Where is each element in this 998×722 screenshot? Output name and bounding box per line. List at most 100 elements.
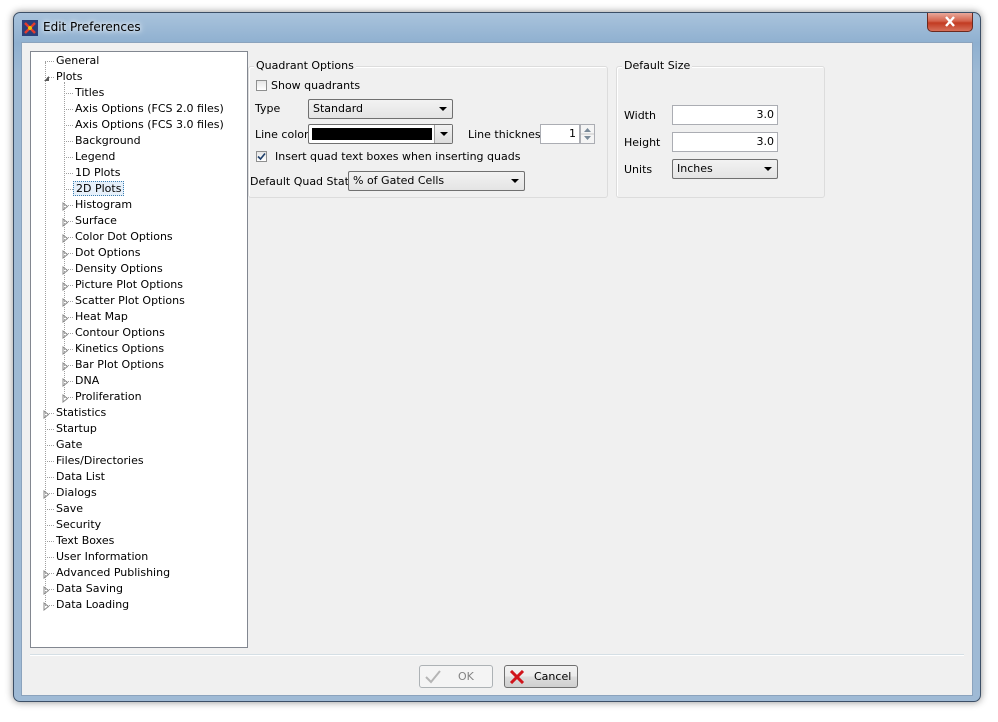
- collapsed-triangle-icon[interactable]: [61, 233, 70, 244]
- tree-item[interactable]: Data List: [54, 469, 107, 485]
- show-quadrants-checkbox[interactable]: [256, 80, 267, 91]
- quadrant-options-title: Quadrant Options: [254, 59, 356, 72]
- tree-item-label: Background: [75, 134, 141, 147]
- tree-connector: [64, 157, 73, 158]
- tree-item[interactable]: Density Options: [73, 261, 165, 277]
- tree-item-label: Legend: [75, 150, 116, 163]
- collapsed-triangle-icon[interactable]: [61, 329, 70, 340]
- cancel-button[interactable]: Cancel: [504, 665, 578, 688]
- tree-item[interactable]: 1D Plots: [73, 165, 122, 181]
- tree-item[interactable]: Dot Options: [73, 245, 142, 261]
- tree-item[interactable]: Data Saving: [54, 581, 125, 597]
- tree-item-label: Heat Map: [75, 310, 128, 323]
- tree-item[interactable]: Statistics: [54, 405, 108, 421]
- tree-item[interactable]: Data Loading: [54, 597, 131, 613]
- width-input[interactable]: 3.0: [672, 105, 778, 125]
- tree-item[interactable]: Kinetics Options: [73, 341, 166, 357]
- units-select[interactable]: Inches: [672, 159, 778, 179]
- collapsed-triangle-icon[interactable]: [42, 601, 51, 612]
- type-select[interactable]: Standard: [308, 99, 453, 119]
- tree-item-label: Axis Options (FCS 3.0 files): [75, 118, 224, 131]
- height-input[interactable]: 3.0: [672, 132, 778, 152]
- tree-item[interactable]: Dialogs: [54, 485, 99, 501]
- tree-item-label: Save: [56, 502, 84, 515]
- tree-item[interactable]: Axis Options (FCS 3.0 files): [73, 117, 226, 133]
- ok-button[interactable]: OK: [419, 665, 493, 688]
- tree-item[interactable]: Heat Map: [73, 309, 130, 325]
- tree-item[interactable]: Bar Plot Options: [73, 357, 166, 373]
- tree-item-label: General: [56, 54, 100, 67]
- line-thickness-spinner[interactable]: [580, 124, 595, 144]
- tree-item[interactable]: Color Dot Options: [73, 229, 175, 245]
- line-thickness-input[interactable]: 1: [540, 124, 580, 144]
- tree-item[interactable]: Surface: [73, 213, 119, 229]
- collapsed-triangle-icon[interactable]: [42, 409, 51, 420]
- tree-item-label: Dot Options: [75, 246, 141, 259]
- tree-item[interactable]: Axis Options (FCS 2.0 files): [73, 101, 226, 117]
- tree-item[interactable]: 2D Plots: [73, 181, 125, 197]
- collapsed-triangle-icon[interactable]: [61, 249, 70, 260]
- tree-item[interactable]: Picture Plot Options: [73, 277, 185, 293]
- collapsed-triangle-icon[interactable]: [61, 361, 70, 372]
- collapsed-triangle-icon[interactable]: [61, 265, 70, 276]
- tree-item[interactable]: Titles: [73, 85, 106, 101]
- show-quadrants-label[interactable]: Show quadrants: [271, 79, 360, 93]
- tree-item[interactable]: Proliferation: [73, 389, 144, 405]
- collapsed-triangle-icon[interactable]: [42, 489, 51, 500]
- default-quad-stat-value: % of Gated Cells: [353, 174, 445, 187]
- tree-item[interactable]: Startup: [54, 421, 99, 437]
- tree-item-label: Axis Options (FCS 2.0 files): [75, 102, 224, 115]
- tree-item[interactable]: User Information: [54, 549, 150, 565]
- tree-item[interactable]: Advanced Publishing: [54, 565, 172, 581]
- tree-item[interactable]: Save: [54, 501, 85, 517]
- collapsed-triangle-icon[interactable]: [61, 313, 70, 324]
- tree-item-label: Advanced Publishing: [56, 566, 171, 579]
- collapsed-triangle-icon[interactable]: [61, 297, 70, 308]
- tree-item[interactable]: Legend: [73, 149, 117, 165]
- collapsed-triangle-icon[interactable]: [61, 281, 70, 292]
- tree-item[interactable]: Contour Options: [73, 325, 167, 341]
- tree-item-label: Security: [56, 518, 102, 531]
- width-label: Width: [624, 109, 656, 122]
- tree-item-label: Files/Directories: [56, 454, 144, 467]
- chevron-down-icon: [764, 167, 772, 171]
- preferences-tree[interactable]: General Plots Titles Axis Options (FCS 2.0 …: [30, 51, 248, 648]
- tree-item[interactable]: Security: [54, 517, 103, 533]
- tree-item[interactable]: Gate: [54, 437, 84, 453]
- tree-connector: [64, 125, 73, 126]
- tree-item[interactable]: DNA: [73, 373, 101, 389]
- close-button[interactable]: [927, 13, 973, 32]
- collapsed-triangle-icon[interactable]: [61, 217, 70, 228]
- tree-item[interactable]: Scatter Plot Options: [73, 293, 187, 309]
- insert-quad-checkbox[interactable]: [256, 151, 267, 162]
- insert-quad-label[interactable]: Insert quad text boxes when inserting qu…: [275, 150, 520, 164]
- tree-item[interactable]: Plots: [54, 69, 84, 85]
- title-bar[interactable]: Edit Preferences: [14, 13, 980, 43]
- tree-item[interactable]: General: [54, 53, 101, 69]
- tree-item[interactable]: Text Boxes: [54, 533, 116, 549]
- tree-item[interactable]: Files/Directories: [54, 453, 146, 469]
- expanded-triangle-icon[interactable]: [42, 73, 51, 82]
- tree-item[interactable]: Histogram: [73, 197, 134, 213]
- line-color-select[interactable]: [308, 124, 453, 144]
- footer-separator: [30, 654, 964, 656]
- spin-arrows-icon: [581, 128, 594, 140]
- default-quad-stat-select[interactable]: % of Gated Cells: [348, 171, 525, 191]
- collapsed-triangle-icon[interactable]: [61, 345, 70, 356]
- tree-connector: [45, 61, 54, 62]
- collapsed-triangle-icon[interactable]: [61, 377, 70, 388]
- collapsed-triangle-icon[interactable]: [42, 585, 51, 596]
- collapsed-triangle-icon[interactable]: [61, 201, 70, 212]
- units-label: Units: [624, 163, 653, 176]
- line-color-swatch: [312, 128, 432, 140]
- collapsed-triangle-icon[interactable]: [61, 393, 70, 404]
- line-color-dropdown-button[interactable]: [434, 125, 452, 143]
- tree-connector: [45, 477, 54, 478]
- quadrant-options-group: Quadrant Options Show quadrants Type Sta…: [248, 59, 608, 198]
- tree-item-label: Data List: [56, 470, 105, 483]
- tree-item[interactable]: Background: [73, 133, 143, 149]
- cancel-button-label: Cancel: [534, 670, 572, 683]
- tree-item-label: Histogram: [75, 198, 133, 211]
- tree-item-label: Kinetics Options: [75, 342, 165, 355]
- collapsed-triangle-icon[interactable]: [42, 569, 51, 580]
